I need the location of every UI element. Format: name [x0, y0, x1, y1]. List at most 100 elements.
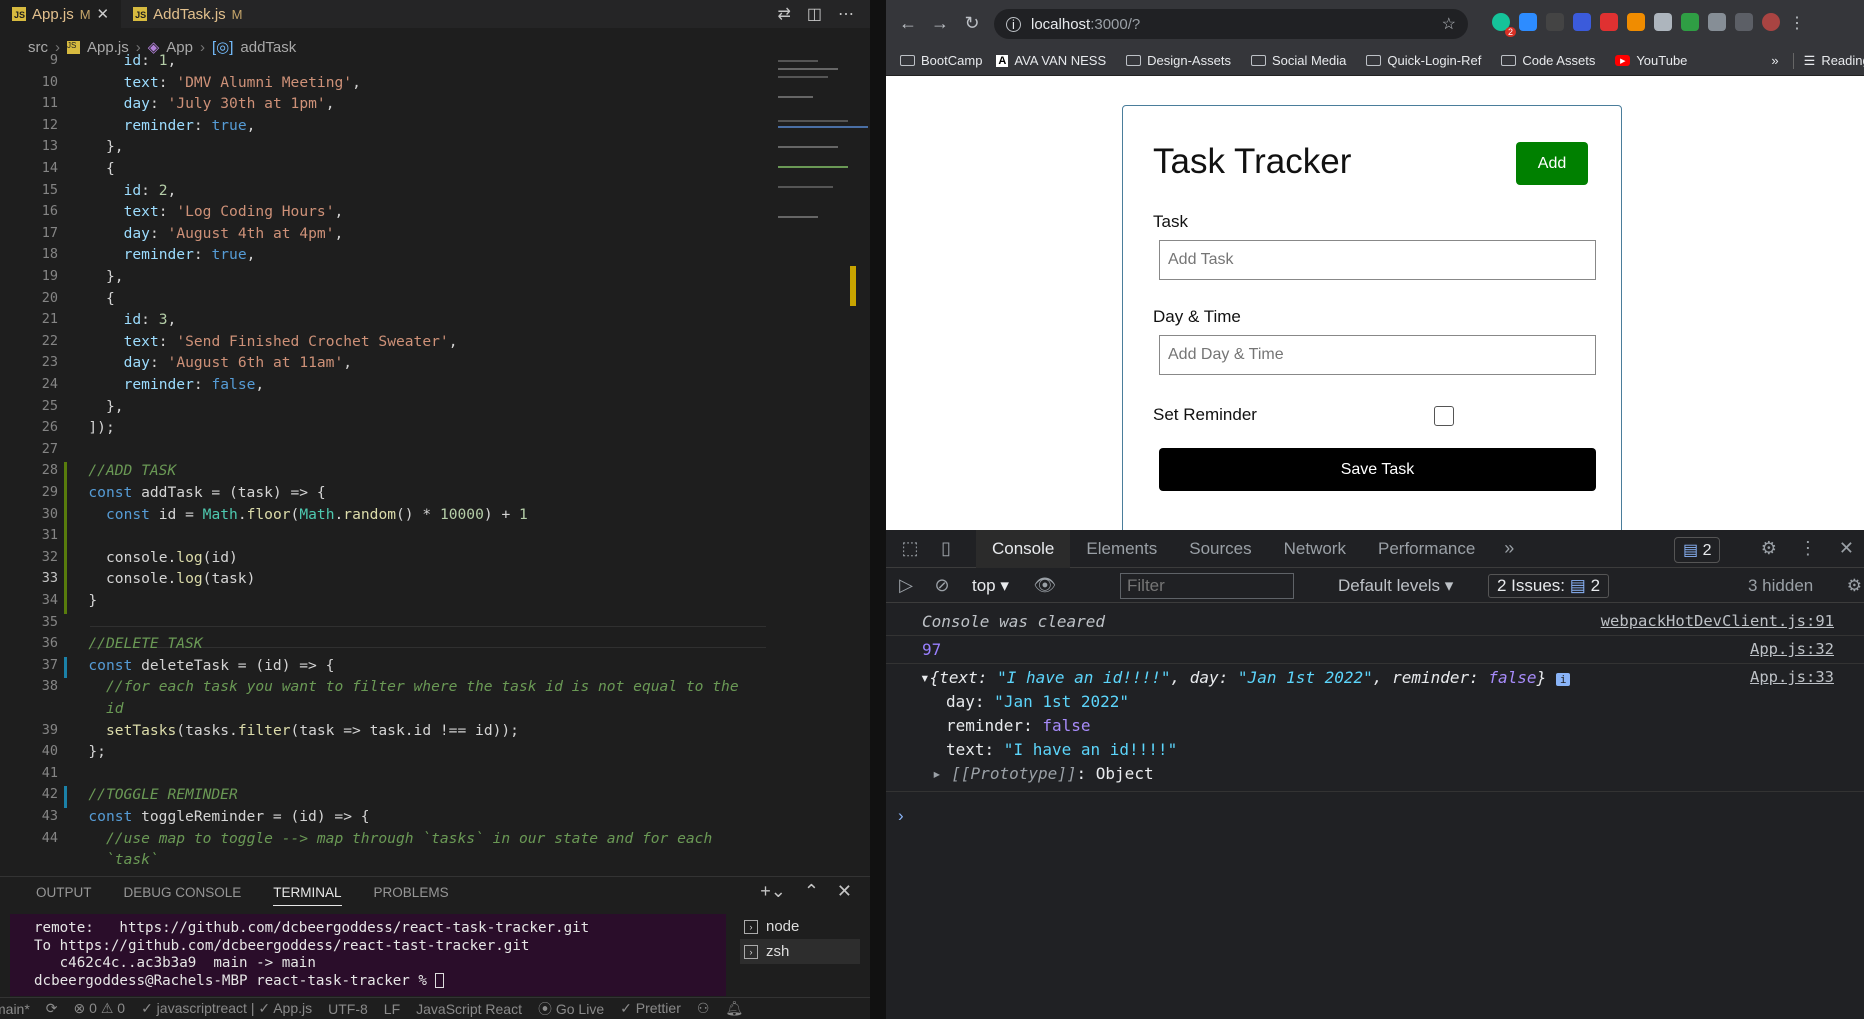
breadcrumb-app[interactable]: App [166, 39, 193, 56]
expand-triangle-icon[interactable]: ▾ [920, 668, 930, 687]
bookmark-social-media[interactable]: Social Media [1250, 53, 1346, 68]
browser-toolbar: ← → ↻ i localhost:3000/? ☆ 2 ⋮ [886, 0, 1864, 46]
source-link[interactable]: App.js:33 [1750, 668, 1834, 686]
forward-icon[interactable]: → [924, 13, 956, 34]
context-select[interactable]: top ▾ [972, 576, 1009, 596]
inspect-element-icon[interactable]: ⬚ [892, 538, 928, 559]
bookmark-bootcamp[interactable]: BootCamp [900, 53, 982, 68]
camera-extension-icon[interactable] [1654, 13, 1672, 31]
code-extension-icon[interactable] [1546, 13, 1564, 31]
compare-changes-icon[interactable]: ⇄ [777, 4, 790, 24]
go-live-button[interactable]: ⦿ Go Live [538, 999, 604, 1019]
more-actions-icon[interactable]: ⋯ [838, 4, 854, 24]
more-bookmarks-icon[interactable]: » [1771, 53, 1778, 68]
clear-console-icon[interactable]: ⊘ [924, 575, 960, 596]
object-summary[interactable]: ▾{text: "I have an id!!!!", day: "Jan 1s… [920, 668, 1571, 687]
sync-icon[interactable]: ⟳ [46, 1000, 58, 1017]
tab-terminal[interactable]: TERMINAL [273, 885, 342, 906]
profile-avatar[interactable] [1762, 13, 1780, 31]
bookmark-design-assets[interactable]: Design-Assets [1126, 53, 1231, 68]
grammarly-extension-icon[interactable]: 2 [1492, 13, 1516, 37]
save-task-button[interactable]: Save Task [1159, 448, 1596, 491]
tab-performance[interactable]: Performance [1362, 539, 1491, 559]
tab-elements[interactable]: Elements [1070, 539, 1173, 559]
tab-console[interactable]: Console [976, 529, 1071, 568]
eslint-status[interactable]: ✓ javascriptreact | ✓ App.js [141, 1000, 312, 1017]
bookmark-youtube[interactable]: ▶ YouTube [1615, 53, 1687, 68]
tab-app-js[interactable]: JS App.js M ✕ [0, 0, 122, 28]
messages-badge[interactable]: ▤ 2 [1674, 537, 1721, 563]
bookmark-code-assets[interactable]: Code Assets [1501, 53, 1595, 68]
eol-status[interactable]: LF [384, 1001, 400, 1017]
barcode-extension-icon[interactable] [1573, 13, 1591, 31]
console-prompt-icon[interactable]: › [898, 806, 904, 826]
tab-addtask-js[interactable]: JS AddTask.js M [121, 0, 254, 28]
info-icon[interactable]: i [1006, 16, 1021, 32]
task-input[interactable] [1159, 240, 1596, 280]
color-picker-extension-icon[interactable] [1627, 13, 1645, 31]
sidebar-toggle-icon[interactable]: ▷ [888, 575, 924, 596]
tab-output[interactable]: OUTPUT [36, 885, 92, 906]
split-editor-icon[interactable]: ◫ [807, 4, 822, 24]
menu-icon[interactable]: ⋮ [1789, 13, 1805, 33]
reminder-checkbox[interactable] [1434, 406, 1454, 426]
more-tabs-icon[interactable]: » [1491, 538, 1527, 559]
terminal-output[interactable]: remote: https://github.com/dcbeergoddess… [10, 914, 726, 996]
tab-problems[interactable]: PROBLEMS [374, 885, 449, 906]
code-editor[interactable]: 9 id: 1, 10 text: 'DMV Alumni Meeting', 11 da… [0, 54, 770, 874]
puzzle-extensions-icon[interactable] [1708, 13, 1726, 31]
settings-icon[interactable]: ⚙ [1761, 538, 1777, 559]
console-settings-icon[interactable]: ⚙ [1847, 576, 1862, 596]
device-toolbar-icon[interactable]: ▯ [928, 538, 964, 559]
zoom-extension-icon[interactable] [1519, 13, 1537, 31]
tab-network[interactable]: Network [1268, 539, 1362, 559]
branch-status[interactable]: main* [0, 1001, 30, 1017]
tab-sources[interactable]: Sources [1173, 539, 1267, 559]
reading-list[interactable]: ☰ Reading List [1792, 52, 1864, 69]
close-icon[interactable]: ✕ [97, 5, 110, 23]
language-status[interactable]: JavaScript React [416, 1001, 522, 1017]
new-terminal-icon[interactable]: +⌄ [760, 881, 786, 902]
maximize-panel-icon[interactable]: ⌃ [804, 881, 819, 902]
breadcrumb-addtask[interactable]: addTask [240, 39, 296, 56]
encoding-status[interactable]: UTF-8 [328, 1001, 368, 1017]
shell-zsh[interactable]: › zsh [740, 939, 860, 964]
problems-status[interactable]: ⊗ 0 ⚠ 0 [74, 1000, 126, 1017]
code-line: ]); [88, 419, 115, 437]
shell-node[interactable]: › node [740, 914, 860, 939]
issues-button[interactable]: 2 Issues: ▤ 2 [1488, 573, 1610, 598]
bookmark-quick-login-ref[interactable]: Quick-Login-Ref [1366, 53, 1481, 68]
prop-prototype[interactable]: ▸ [[Prototype]]: Object [932, 764, 1154, 783]
code-line: id: 1, [123, 54, 177, 69]
notifications-icon[interactable]: 🔔︎ [725, 1000, 743, 1017]
account-icon[interactable]: ⚇ [697, 1000, 710, 1017]
minimap[interactable] [770, 56, 870, 876]
day-time-input[interactable] [1159, 335, 1596, 375]
bookmark-ava-van-ness[interactable]: A AVA VAN NESS [996, 53, 1106, 68]
close-panel-icon[interactable]: ✕ [837, 881, 852, 902]
expand-triangle-icon[interactable]: ▸ [932, 764, 942, 783]
source-link[interactable]: App.js:32 [1750, 640, 1834, 658]
breadcrumb-src[interactable]: src [28, 39, 48, 56]
tab-debug-console[interactable]: DEBUG CONSOLE [124, 885, 242, 906]
code-line: day: 'July 30th at 1pm', [123, 95, 335, 113]
leaf-extension-icon[interactable] [1681, 13, 1699, 31]
live-expression-icon[interactable]: 👁︎ [1027, 575, 1063, 596]
add-button[interactable]: Add [1516, 142, 1588, 185]
media-icon[interactable] [1735, 13, 1753, 31]
breadcrumb-file[interactable]: App.js [87, 39, 129, 56]
bookmark-star-icon[interactable]: ☆ [1442, 14, 1456, 34]
close-devtools-icon[interactable]: ✕ [1839, 538, 1854, 559]
log-levels-select[interactable]: Default levels ▾ [1338, 576, 1453, 596]
source-link[interactable]: webpackHotDevClient.js:91 [1601, 612, 1834, 630]
devtools-menu-icon[interactable]: ⋮ [1799, 538, 1817, 559]
reload-icon[interactable]: ↻ [956, 13, 988, 34]
info-badge-icon[interactable]: i [1555, 673, 1571, 686]
bookmark-label: Design-Assets [1147, 53, 1231, 68]
address-bar[interactable]: i localhost:3000/? ☆ [994, 9, 1468, 39]
line-number: 22 [41, 332, 58, 349]
back-icon[interactable]: ← [892, 13, 924, 34]
red-extension-icon[interactable] [1600, 13, 1618, 31]
prettier-status[interactable]: ✓ Prettier [620, 1000, 681, 1017]
console-filter-input[interactable] [1120, 573, 1294, 599]
